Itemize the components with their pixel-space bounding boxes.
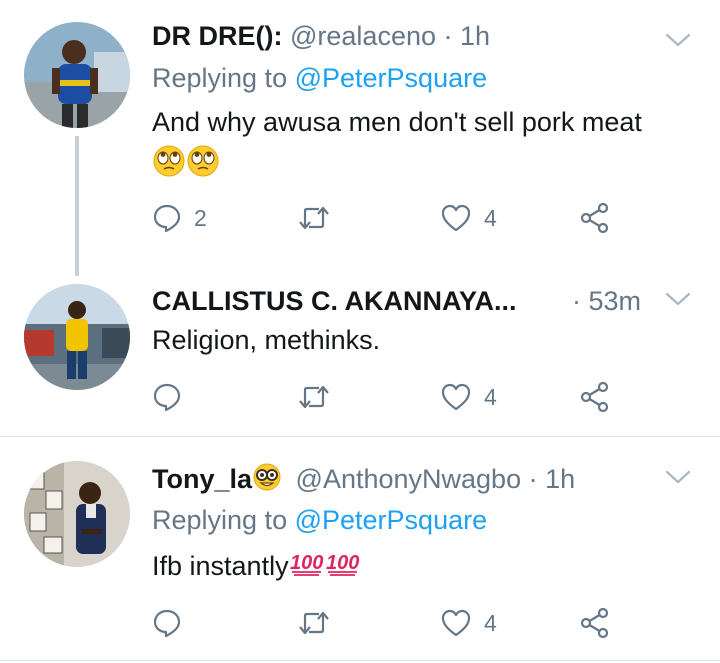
like-count: 4 <box>484 383 497 410</box>
share-button[interactable] <box>579 198 611 238</box>
replying-label: Replying to <box>152 505 288 535</box>
avatar[interactable] <box>24 22 130 128</box>
avatar[interactable] <box>24 461 130 567</box>
like-button[interactable]: 4 <box>440 198 497 238</box>
heart-icon <box>440 608 472 638</box>
tweet-text: Ifb instantly 100 100 <box>152 547 361 586</box>
retweet-button[interactable] <box>297 377 343 417</box>
reply-icon <box>152 608 182 638</box>
display-name[interactable]: CALLISTUS C. AKANNAYA... <box>152 286 517 316</box>
tweet-text-content: Ifb instantly <box>152 551 289 581</box>
reply-button[interactable] <box>152 377 194 417</box>
share-icon <box>579 607 611 639</box>
like-count: 4 <box>484 204 497 231</box>
chevron-down-icon[interactable] <box>664 467 692 487</box>
replying-label: Replying to <box>152 63 288 93</box>
separator: · <box>443 21 453 51</box>
rolling-eyes-emoji-icon <box>186 144 220 187</box>
nerd-face-emoji-icon <box>252 462 282 501</box>
thread-line <box>75 136 79 276</box>
replying-handle[interactable]: @PeterPsquare <box>295 63 488 93</box>
svg-text:100: 100 <box>290 552 323 574</box>
handle[interactable]: @realaceno <box>290 21 436 51</box>
display-name[interactable]: Tony_la <box>152 464 252 494</box>
chevron-down-icon[interactable] <box>664 30 692 50</box>
share-icon <box>579 381 611 413</box>
like-count: 4 <box>484 609 497 636</box>
timestamp[interactable]: 1h <box>460 21 490 51</box>
reply-button[interactable]: 2 <box>152 198 207 238</box>
action-bar: 2 4 <box>152 198 622 238</box>
timestamp[interactable]: 53m <box>589 286 642 316</box>
action-bar: 4 <box>152 377 622 417</box>
tweet-2[interactable]: CALLISTUS C. AKANNAYA... · 53m Religion,… <box>0 265 720 435</box>
tweet-header: Tony_la @AnthonyNwagbo · 1h <box>152 461 575 501</box>
display-name[interactable]: DR DRE(): <box>152 21 282 51</box>
tweet-text-content: Religion, methinks. <box>152 325 381 355</box>
reply-button[interactable] <box>152 603 194 643</box>
retweet-icon <box>297 382 331 412</box>
share-button[interactable] <box>579 603 611 643</box>
avatar[interactable] <box>24 284 130 390</box>
chevron-down-icon[interactable] <box>664 289 692 309</box>
tweet-header: DR DRE(): @realaceno · 1h <box>152 18 490 54</box>
share-icon <box>579 202 611 234</box>
like-button[interactable]: 4 <box>440 603 497 643</box>
share-button[interactable] <box>579 377 611 417</box>
heart-icon <box>440 382 472 412</box>
replying-to: Replying to @PeterPsquare <box>152 60 487 96</box>
like-button[interactable]: 4 <box>440 377 497 417</box>
tweet-1[interactable]: DR DRE(): @realaceno · 1h Replying to @P… <box>0 0 720 276</box>
separator: · <box>572 286 581 316</box>
tweet-header: CALLISTUS C. AKANNAYA... <box>152 283 517 319</box>
timestamp[interactable]: 1h <box>545 464 575 494</box>
tweet-time: · 53m <box>572 283 641 319</box>
tweet-text: And why awusa men don't sell pork meat <box>152 104 642 140</box>
separator: · <box>528 464 538 494</box>
reply-count: 2 <box>194 204 207 231</box>
retweet-button[interactable] <box>297 603 343 643</box>
replying-to: Replying to @PeterPsquare <box>152 502 487 538</box>
svg-text:100: 100 <box>326 552 359 574</box>
tweet-text-content: And why awusa men don't sell pork meat <box>152 107 642 137</box>
retweet-icon <box>297 608 331 638</box>
rolling-eyes-emoji-icon <box>152 144 186 187</box>
hundred-points-emoji-icon: 100 <box>325 547 361 586</box>
divider <box>0 660 720 661</box>
tweet-emojis <box>152 144 220 187</box>
action-bar: 4 <box>152 603 622 643</box>
tweet-text: Religion, methinks. <box>152 322 380 358</box>
hundred-points-emoji-icon: 100 <box>289 547 325 586</box>
tweet-3[interactable]: Tony_la @AnthonyNwagbo · 1h Replying to … <box>0 437 720 663</box>
reply-icon <box>152 203 182 233</box>
reply-icon <box>152 382 182 412</box>
replying-handle[interactable]: @PeterPsquare <box>295 505 488 535</box>
handle[interactable]: @AnthonyNwagbo <box>296 464 522 494</box>
heart-icon <box>440 203 472 233</box>
retweet-icon <box>297 203 331 233</box>
retweet-button[interactable] <box>297 198 343 238</box>
